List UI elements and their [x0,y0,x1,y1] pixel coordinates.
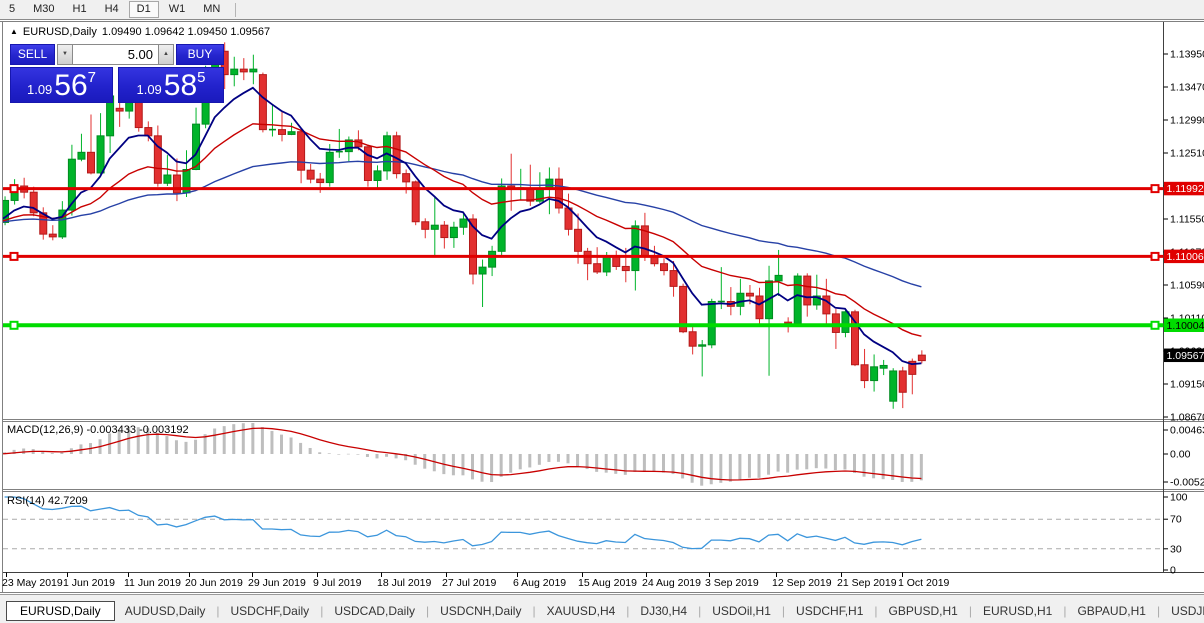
one-click-trade-panel: SELL ▼ 5.00 ▲ BUY 1.09 56 7 1.09 58 5 [10,44,224,103]
date-tick-label: 6 Aug 2019 [513,577,566,589]
buy-button[interactable]: BUY [176,44,224,65]
timeframe-button-h4[interactable]: H4 [97,1,127,18]
date-tick-label: 29 Jun 2019 [248,577,306,589]
macd-scale-label: 0.00463 [1170,425,1204,437]
price-tick-label: 1.10590 [1170,280,1204,292]
symbol-tabbar: EURUSD,Daily AUDUSD,Daily | USDCHF,Daily | US… [0,594,1204,623]
price-tick-label: 1.12990 [1170,115,1204,127]
date-tick-label: 1 Jun 2019 [63,577,115,589]
current-price-label: 1.09567 [1164,348,1204,363]
timeframe-button-mn[interactable]: MN [195,1,228,18]
line-handle[interactable] [9,320,19,330]
volume-decrease-icon[interactable]: ▼ [57,44,73,65]
line-price-label-1.10004: 1.10004 [1164,318,1204,332]
symbol-tab-audusd-daily[interactable]: AUDUSD,Daily [115,602,216,620]
buy-price-button[interactable]: 1.09 58 5 [118,67,224,103]
date-tick-label: 27 Jul 2019 [442,577,496,589]
buy-price-big: 58 [163,69,198,102]
volume-input[interactable]: 5.00 [73,44,158,65]
date-tick-label: 20 Jun 2019 [185,577,243,589]
rsi-indicator-label: RSI(14) 42.7209 [7,495,88,507]
volume-increase-icon[interactable]: ▲ [158,44,174,65]
date-tick-label: 23 May 2019 [2,577,63,589]
rsi-scale-label: 70 [1170,514,1182,526]
rsi-scale-label: 30 [1170,543,1182,555]
price-tick-label: 1.08670 [1170,412,1204,424]
chart-symbol-label: EURUSD,Daily [22,26,97,38]
rsi-scale-label: 0 [1170,565,1176,577]
macd-scale-label: 0.00 [1170,449,1191,461]
svg-text:1.11006: 1.11006 [1167,251,1204,263]
symbol-tab-gbpaud-h1[interactable]: GBPAUD,H1 [1067,602,1155,620]
timeframe-toolbar: 5 M30 H1 H4 D1 W1 MN [0,0,1204,20]
sell-button[interactable]: SELL [10,44,55,65]
symbol-tab-gbpusd-h1[interactable]: GBPUSD,H1 [879,602,968,620]
timeframe-button-h1[interactable]: H1 [65,1,95,18]
symbol-tab-usdcad-daily[interactable]: USDCAD,Daily [324,602,425,620]
timeframe-button-m30[interactable]: M30 [25,1,62,18]
svg-text:1.09567: 1.09567 [1167,350,1204,362]
line-handle[interactable] [1150,320,1160,330]
date-tick-label: 3 Sep 2019 [705,577,759,589]
date-tick-label: 24 Aug 2019 [642,577,701,589]
macd-scale-label: -0.00529 [1170,477,1204,489]
line-handle[interactable] [9,184,19,194]
symbol-tab-usdchf-h1[interactable]: USDCHF,H1 [786,602,873,620]
symbol-tab-usdjp[interactable]: USDJP [1161,602,1204,620]
chart-canvas[interactable]: 1.139501.134701.129901.125101.120301.115… [0,20,1204,594]
sell-price-big: 56 [54,69,88,102]
macd-indicator-label: MACD(12,26,9) -0.003433 -0.003192 [7,424,189,436]
buy-price-pip: 5 [197,69,206,86]
price-tick-label: 1.11550 [1170,214,1204,226]
sell-price-pip: 7 [87,69,97,86]
chart-title: ▲ EURUSD,Daily 1.09490 1.09642 1.09450 1… [10,26,270,38]
line-price-label-1.11006: 1.11006 [1164,249,1204,264]
symbol-tab-eurusd-h1[interactable]: EURUSD,H1 [973,602,1062,620]
volume-stepper: ▼ 5.00 ▲ [57,44,174,65]
buy-price-prefix: 1.09 [136,82,162,97]
line-price-label-1.11992: 1.11992 [1164,181,1204,196]
date-tick-label: 9 Jul 2019 [313,577,362,589]
date-tick-label: 21 Sep 2019 [837,577,897,589]
date-tick-label: 15 Aug 2019 [578,577,637,589]
symbol-tab-xauusd-h4[interactable]: XAUUSD,H4 [537,602,626,620]
symbol-tab-dj30-h4[interactable]: DJ30,H4 [630,602,697,620]
line-handle[interactable] [9,251,19,261]
date-tick-label: 12 Sep 2019 [772,577,832,589]
symbol-tab-eurusd-daily[interactable]: EURUSD,Daily [6,600,115,621]
date-tick-label: 1 Oct 2019 [898,577,950,589]
date-tick-label: 18 Jul 2019 [377,577,431,589]
sell-price-prefix: 1.09 [26,82,53,97]
symbol-tab-usdoil-h1[interactable]: USDOil,H1 [702,602,781,620]
sell-price-button[interactable]: 1.09 56 7 [10,67,113,103]
timeframe-button-5[interactable]: 5 [1,1,23,18]
line-handle[interactable] [1150,251,1160,261]
svg-text:1.11992: 1.11992 [1167,183,1204,195]
chart-background [0,20,1204,594]
line-handle[interactable] [1150,184,1160,194]
timeframe-button-d1[interactable]: D1 [128,1,159,18]
chart-ohlc-values: 1.09490 1.09642 1.09450 1.09567 [101,26,271,38]
price-tick-label: 1.09150 [1170,379,1204,391]
collapse-panel-icon[interactable]: ▲ [10,27,18,36]
timeframe-button-w1[interactable]: W1 [161,1,194,18]
price-tick-label: 1.13470 [1170,82,1204,94]
rsi-scale-label: 100 [1170,492,1188,504]
price-tick-label: 1.13950 [1170,49,1204,61]
trading-terminal: 5M30H1H4D1W1MN 1.139501.134701.129901.12… [0,0,1204,623]
price-tick-label: 1.12510 [1170,148,1204,160]
date-tick-label: 11 Jun 2019 [124,577,181,589]
toolbar-divider [235,2,237,17]
symbol-tab-usdcnh-daily[interactable]: USDCNH,Daily [430,602,531,620]
symbol-tab-usdchf-daily[interactable]: USDCHF,Daily [221,602,320,620]
svg-text:1.10004: 1.10004 [1167,320,1204,332]
